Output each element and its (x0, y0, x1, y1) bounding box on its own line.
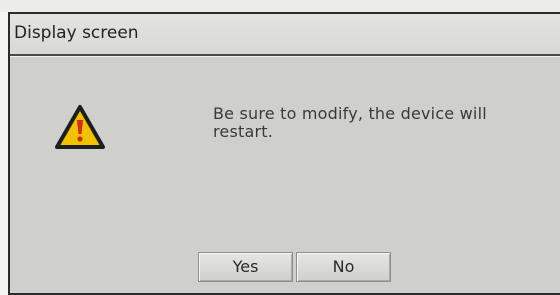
dialog-message: Be sure to modify, the device will resta… (213, 104, 487, 141)
display-screen-dialog: Display screen Be sure to modify, the de… (8, 12, 560, 295)
title-bar: Display screen (10, 14, 560, 56)
warning-icon (55, 105, 105, 149)
yes-button[interactable]: Yes (198, 252, 293, 282)
no-button[interactable]: No (296, 252, 391, 282)
dialog-title: Display screen (14, 23, 139, 43)
background-strip (0, 0, 560, 12)
